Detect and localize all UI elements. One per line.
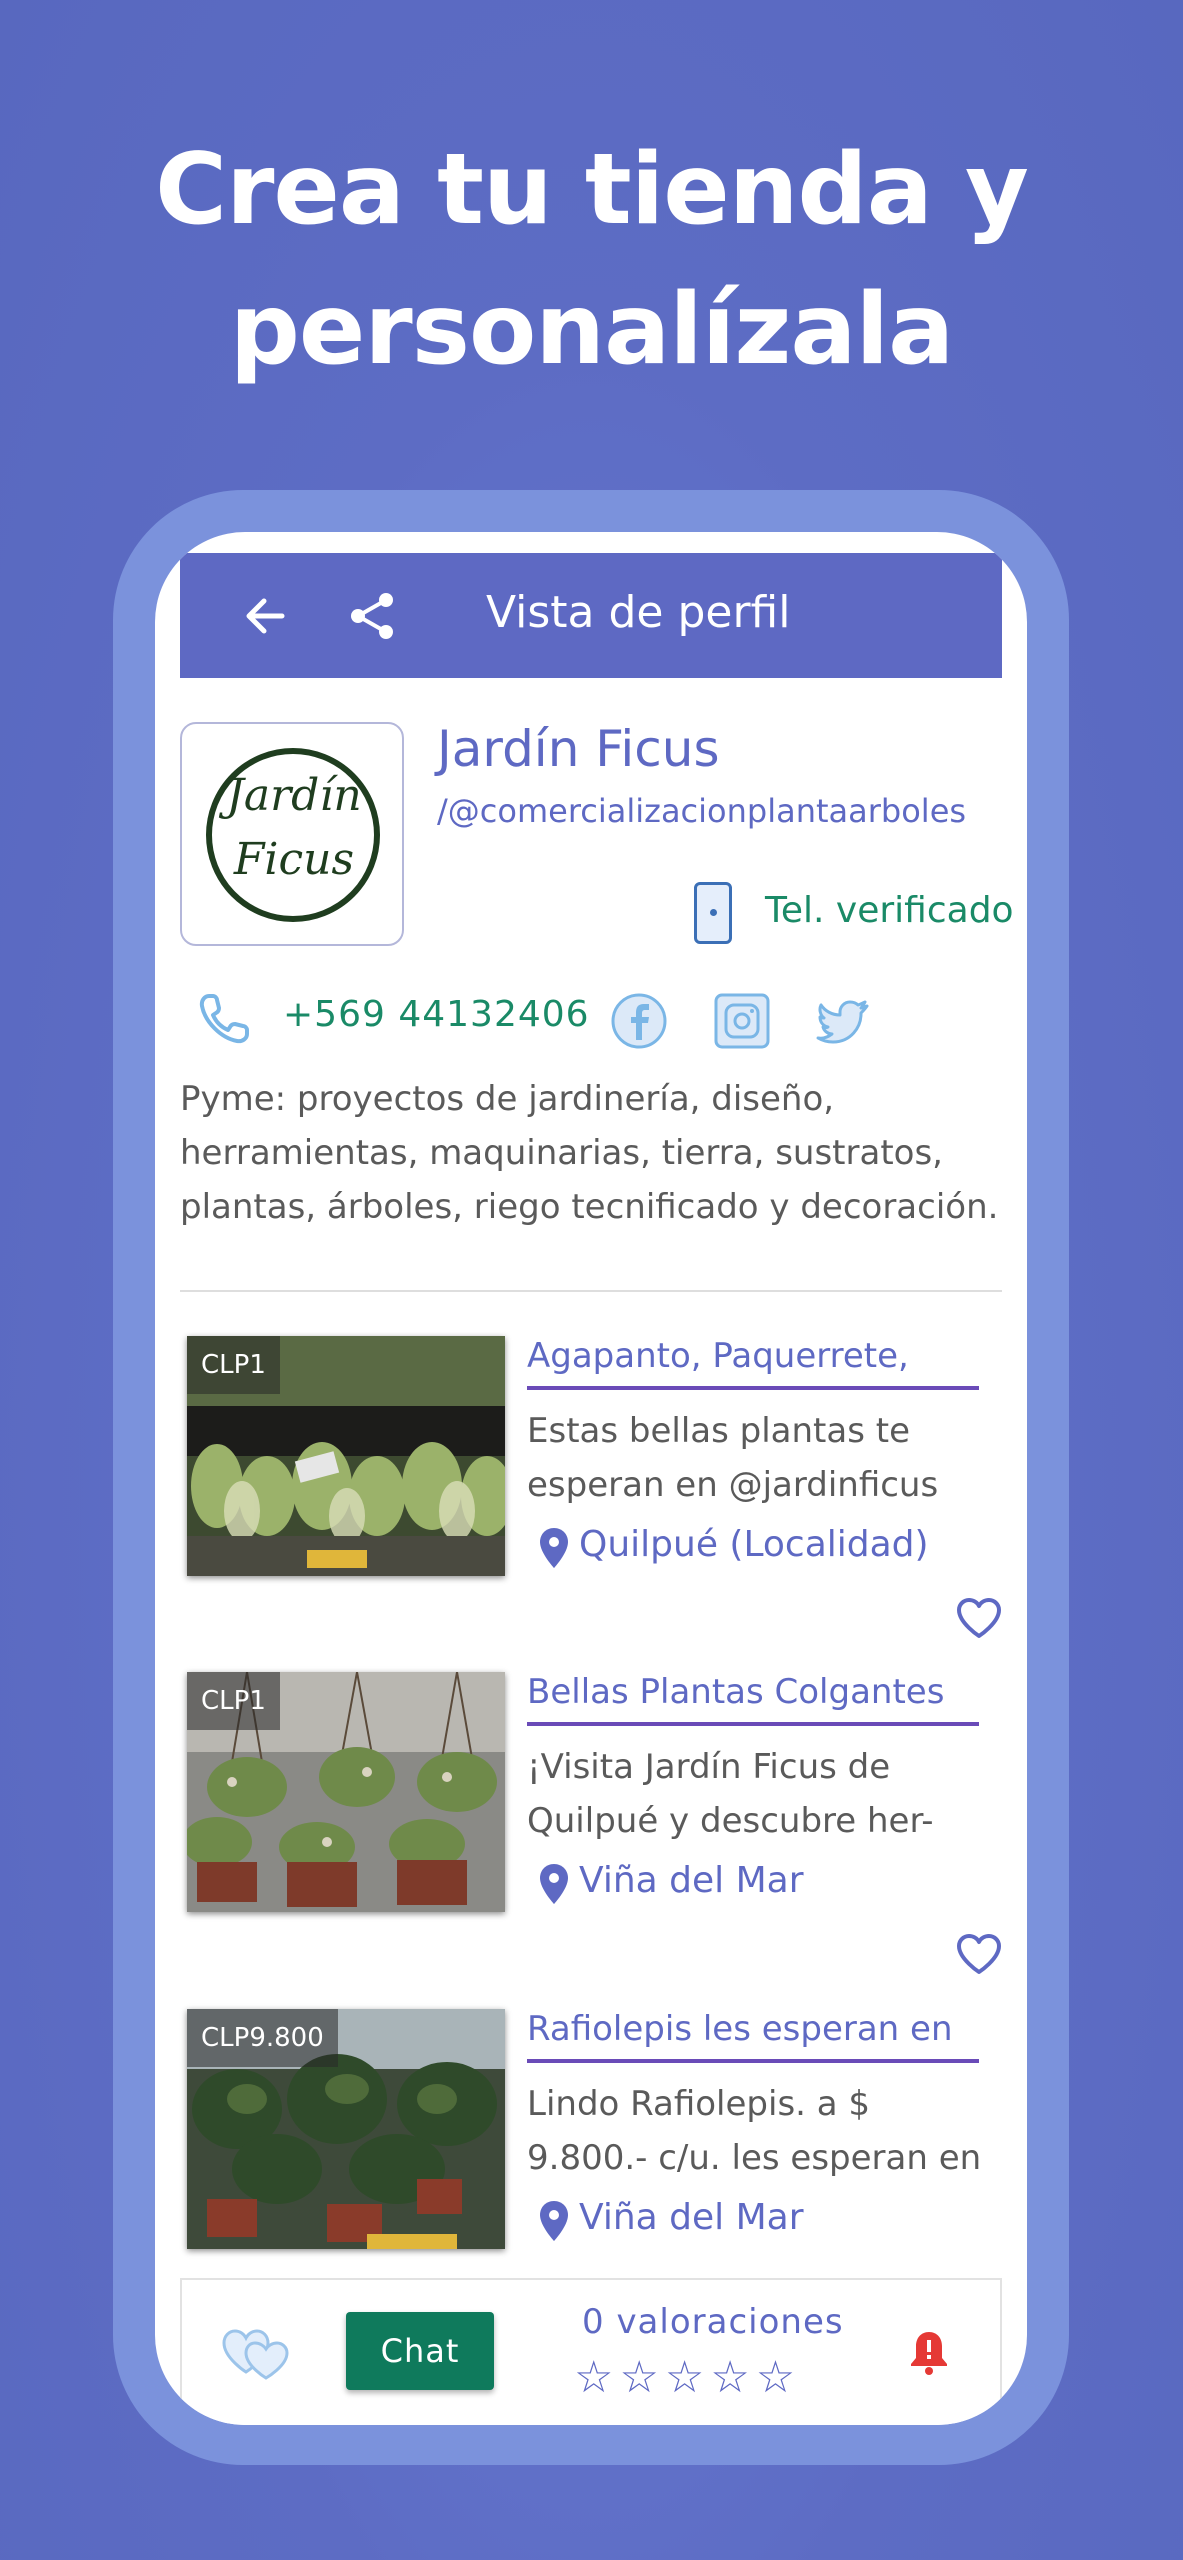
listing-title[interactable]: Agapanto, Paquerrete,	[527, 1336, 979, 1390]
store-handle: /@comercializacionplantaarboles	[437, 792, 967, 830]
location-pin-icon	[540, 2201, 568, 2241]
store-name: Jardín Ficus	[437, 720, 720, 778]
price-badge: CLP9.800	[187, 2009, 338, 2067]
listing-description: Estas bellas plantas te esperan en @jard…	[527, 1411, 939, 1505]
divider	[180, 1290, 1002, 1292]
listing-photo[interactable]: CLP1	[187, 1336, 505, 1576]
instagram-icon[interactable]	[713, 992, 771, 1050]
price-badge: CLP1	[187, 1336, 280, 1394]
listing-title[interactable]: Rafiolepis les esperan en	[527, 2009, 979, 2063]
app-bar: Vista de perfil	[180, 553, 1002, 678]
listing-location: Viña del Mar	[579, 2197, 804, 2238]
listing-location: Viña del Mar	[579, 1860, 804, 1901]
heart-icon[interactable]	[955, 1596, 1003, 1640]
location-pin-icon	[540, 1528, 568, 1568]
back-arrow-icon[interactable]	[242, 593, 288, 639]
listing-title[interactable]: Bellas Plantas Colgantes	[527, 1672, 979, 1726]
hearts-icon[interactable]	[220, 2322, 292, 2382]
headline-line-2: personalízala	[229, 273, 955, 387]
logo-text-2: Ficus	[233, 834, 355, 885]
bottom-bar: Chat 0 valoraciones ☆☆☆☆☆	[180, 2278, 1002, 2425]
bell-icon[interactable]	[907, 2328, 951, 2376]
listing-item[interactable]: CLP1 Bellas Plantas Colgantes ¡Visita Ja…	[187, 1672, 1001, 2008]
store-logo: Jardín Ficus	[180, 722, 404, 946]
ratings-count: 0 valoraciones	[582, 2302, 844, 2342]
listing-description: Lindo Rafiolepis. a $ 9.800.- c/u. les e…	[527, 2084, 982, 2178]
listing-photo[interactable]: CLP9.800	[187, 2009, 505, 2249]
heart-icon[interactable]	[955, 1932, 1003, 1976]
verified-label: Tel. verificado	[765, 890, 1014, 931]
chat-button[interactable]: Chat	[346, 2312, 494, 2390]
twitter-icon[interactable]	[815, 992, 873, 1050]
share-icon[interactable]	[348, 591, 396, 641]
phone-call-icon[interactable]	[195, 990, 253, 1048]
listing-location: Quilpué (Localidad)	[579, 1524, 929, 1565]
listing-description: ¡Visita Jardín Ficus de Quilpué y descub…	[527, 1747, 934, 1841]
logo-text-1: Jardín	[226, 770, 362, 821]
rating-stars[interactable]: ☆☆☆☆☆	[574, 2352, 801, 2403]
headline: Crea tu tienda y personalízala	[0, 120, 1183, 400]
price-badge: CLP1	[187, 1672, 280, 1730]
location-pin-icon	[540, 1864, 568, 1904]
listing-photo[interactable]: CLP1	[187, 1672, 505, 1912]
headline-line-1: Crea tu tienda y	[155, 133, 1029, 247]
facebook-icon[interactable]	[610, 992, 668, 1050]
phone-screen: Vista de perfil Jardín Ficus Jardín Ficu…	[155, 532, 1027, 2425]
store-description: Pyme: proyectos de jardinería, diseño, h…	[180, 1079, 999, 1227]
listing-item[interactable]: CLP1 Agapanto, Paquerrete, Estas bellas …	[187, 1336, 1001, 1672]
mobile-phone-icon	[694, 882, 732, 944]
phone-number[interactable]: +569 44132406	[283, 994, 590, 1035]
page-title: Vista de perfil	[486, 587, 791, 638]
